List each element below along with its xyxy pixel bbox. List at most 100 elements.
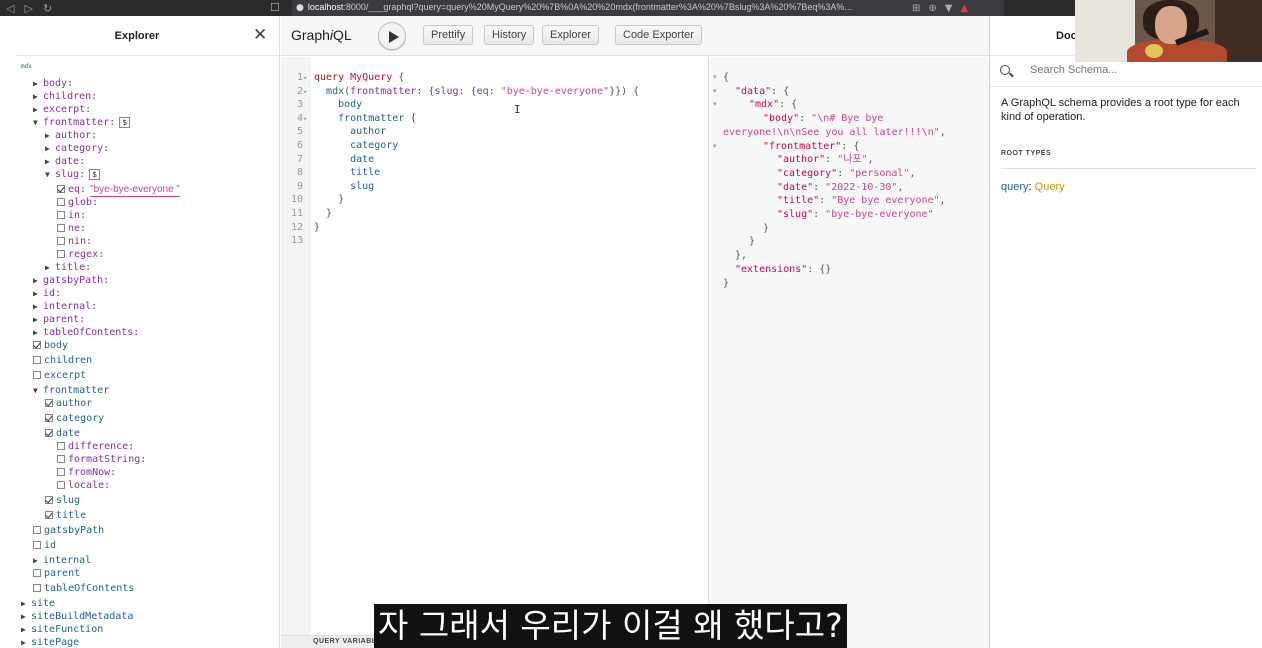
checkbox-checked[interactable] (45, 511, 53, 519)
address-bar[interactable]: ● localhost:8000/___graphql?query=query%2… (292, 0, 1004, 16)
explorer-row-body[interactable]: ▶ body: (33, 77, 73, 90)
explorer-row-glob[interactable]: glob: (57, 196, 98, 209)
explorer-row-tableofcontents[interactable]: ▶ tableOfContents: (33, 326, 139, 339)
checkbox-unchecked[interactable] (57, 455, 65, 463)
close-icon[interactable]: ✕ (253, 25, 267, 45)
explorer-row-children[interactable]: ▶ children: (33, 90, 97, 103)
explorer-row-id[interactable]: id (33, 539, 56, 552)
explorer-row-site[interactable]: ▶ site (21, 597, 55, 610)
expand-arrow-icon[interactable]: ▶ (33, 103, 43, 116)
back-icon[interactable]: ◁ (6, 2, 14, 15)
expand-arrow-icon[interactable]: ▶ (33, 90, 43, 103)
checkbox-checked[interactable] (45, 429, 53, 437)
explorer-row-internal[interactable]: ▶ internal (33, 554, 91, 567)
explorer-row-category[interactable]: ▶ category: (45, 142, 109, 155)
explorer-row-gatsbypath[interactable]: ▶ gatsbyPath: (33, 274, 109, 287)
root-query-type-link[interactable]: Query (1035, 181, 1065, 193)
fold-icon[interactable]: ▾ (713, 100, 717, 108)
explorer-row-frontmatter[interactable]: ▼ frontmatter (33, 384, 109, 397)
explorer-row-in[interactable]: in: (57, 209, 86, 222)
checkbox-checked[interactable] (57, 185, 65, 193)
checkbox-unchecked[interactable] (33, 371, 41, 379)
checkbox-unchecked[interactable] (33, 526, 41, 534)
explorer-row-date[interactable]: ▶ date: (45, 155, 85, 168)
argument-value-input[interactable]: "bye-bye-everyone " (90, 183, 180, 197)
explorer-row-nin[interactable]: nin: (57, 235, 92, 248)
code-line[interactable]: 10 } (281, 193, 344, 207)
prettify-button[interactable]: Prettify (423, 25, 474, 45)
collapse-arrow-icon[interactable]: ▼ (33, 116, 43, 129)
explorer-row-children[interactable]: children (33, 354, 92, 367)
explorer-row-author[interactable]: author (45, 397, 92, 410)
expand-arrow-icon[interactable]: ▶ (33, 313, 43, 326)
forward-icon[interactable]: ▷ (24, 2, 32, 15)
checkbox-checked[interactable] (45, 414, 53, 422)
expand-arrow-icon[interactable]: ▶ (33, 287, 43, 300)
code-line[interactable]: 9 slug (281, 180, 374, 194)
expand-arrow-icon[interactable]: ▶ (45, 155, 55, 168)
code-line[interactable]: 2▾ mdx(frontmatter: {slug: {eq: "bye-bye… (281, 85, 639, 100)
code-line[interactable]: 6 category (281, 139, 398, 153)
checkbox-checked[interactable] (45, 399, 53, 407)
expand-arrow-icon[interactable]: ▶ (21, 623, 31, 636)
explorer-row-locale[interactable]: locale: (57, 479, 110, 492)
explorer-row-ne[interactable]: ne: (57, 222, 86, 235)
history-button[interactable]: History (484, 25, 535, 45)
bookmark-icon[interactable]: ☐ (270, 0, 280, 16)
explorer-row-sitebuildmetadata[interactable]: ▶ siteBuildMetadata (21, 610, 133, 623)
explorer-row-gatsbypath[interactable]: gatsbyPath (33, 524, 104, 537)
checkbox-unchecked[interactable] (57, 211, 65, 219)
explorer-row-slug[interactable]: ▼ slug: $ (45, 168, 100, 181)
fold-icon[interactable]: ▾ (303, 86, 314, 100)
checkbox-unchecked[interactable] (33, 584, 41, 592)
explorer-row-tableofcontents[interactable]: tableOfContents (33, 582, 134, 595)
explorer-row-eq[interactable]: eq: "bye-bye-everyone " (57, 183, 180, 197)
query-editor[interactable]: 1▾ query MyQuery {2▾ mdx(frontmatter: {sl… (281, 57, 708, 648)
explorer-row-parent[interactable]: ▶ parent: (33, 313, 85, 326)
code-line[interactable]: 11 } (281, 207, 332, 221)
expand-arrow-icon[interactable]: ▶ (45, 129, 55, 142)
explorer-row-excerpt[interactable]: excerpt (33, 369, 86, 382)
expand-arrow-icon[interactable]: ▶ (21, 636, 31, 648)
explorer-row-sitefunction[interactable]: ▶ siteFunction (21, 623, 103, 636)
explorer-row-title[interactable]: title (45, 509, 86, 522)
checkbox-unchecked[interactable] (33, 541, 41, 549)
explorer-row-difference[interactable]: difference: (57, 440, 134, 453)
shield-icon[interactable]: ▼ (945, 3, 953, 14)
root-type-query[interactable]: query: Query (1001, 181, 1065, 193)
explorer-row-frontmatter[interactable]: ▼ frontmatter: $ (33, 116, 131, 129)
explorer-row-fromnow[interactable]: fromNow: (57, 466, 116, 479)
explorer-row-regex[interactable]: regex: (57, 248, 104, 261)
collapse-arrow-icon[interactable]: ▼ (33, 384, 43, 397)
expand-arrow-icon[interactable]: ▶ (33, 326, 43, 339)
checkbox-unchecked[interactable] (57, 468, 65, 476)
checkbox-unchecked[interactable] (57, 481, 65, 489)
checkbox-unchecked[interactable] (57, 224, 65, 232)
checkbox-unchecked[interactable] (57, 237, 65, 245)
code-exporter-button[interactable]: Code Exporter (615, 25, 702, 45)
code-line[interactable]: 4▾ frontmatter { (281, 112, 416, 127)
code-line[interactable]: 8 title (281, 166, 380, 180)
explorer-row-internal[interactable]: ▶ internal: (33, 300, 97, 313)
expand-arrow-icon[interactable]: ▶ (45, 261, 55, 274)
expand-arrow-icon[interactable]: ▶ (33, 300, 43, 313)
explorer-row-formatstring[interactable]: formatString: (57, 453, 146, 466)
zoom-icon[interactable]: ⊕ (928, 3, 936, 14)
expand-arrow-icon[interactable]: ▶ (21, 610, 31, 623)
checkbox-checked[interactable] (45, 496, 53, 504)
code-line[interactable]: 1▾ query MyQuery { (281, 71, 404, 86)
run-query-button[interactable] (378, 22, 406, 50)
site-info-icon[interactable]: ● (296, 3, 304, 13)
code-line[interactable]: 13 (281, 234, 314, 248)
root-query-key[interactable]: query (1001, 181, 1029, 193)
variable-toggle-icon[interactable]: $ (119, 117, 131, 128)
alert-icon[interactable]: ▲ (960, 3, 968, 14)
fold-icon[interactable]: ▾ (303, 113, 314, 127)
explorer-row-excerpt[interactable]: ▶ excerpt: (33, 103, 91, 116)
explorer-row-mdx[interactable]: mdx (21, 64, 32, 70)
explorer-row-title[interactable]: ▶ title: (45, 261, 91, 274)
explorer-row-slug[interactable]: slug (45, 494, 80, 507)
checkbox-unchecked[interactable] (33, 356, 41, 364)
fold-icon[interactable]: ▾ (713, 73, 717, 81)
code-line[interactable]: 7 date (281, 153, 374, 167)
